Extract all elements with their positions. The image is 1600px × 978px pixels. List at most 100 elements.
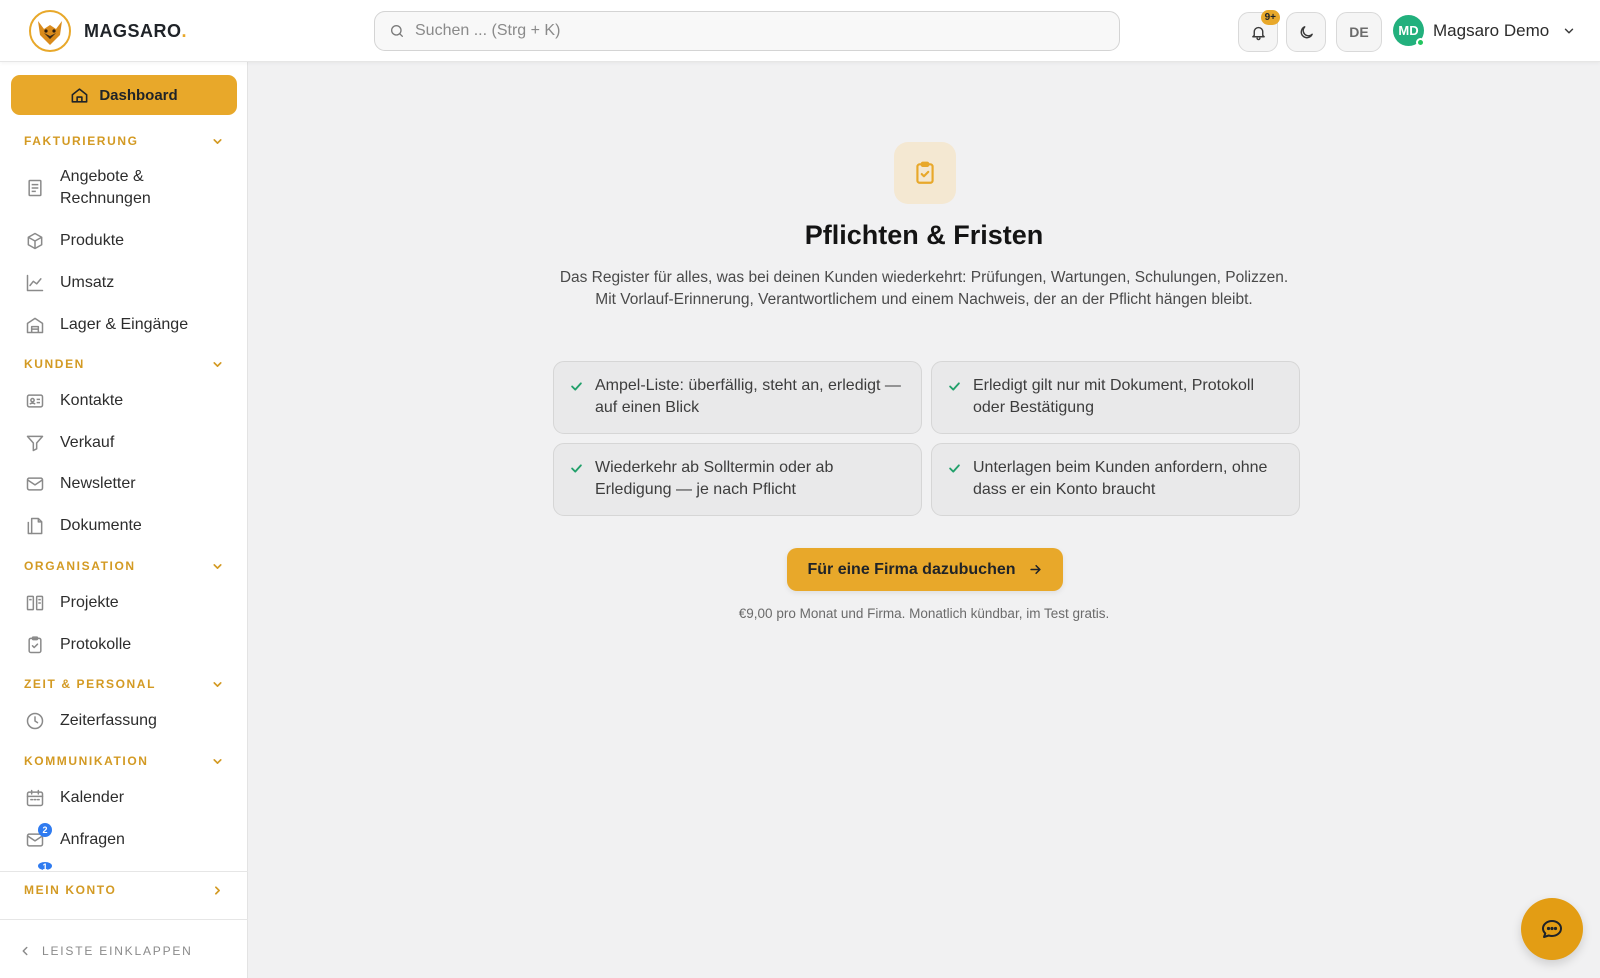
next-item-count-badge: 1 [38,862,52,870]
price-note: €9,00 pro Monat und Firma. Monatlich kün… [738,606,1110,621]
sidebar-item-lager[interactable]: Lager & Eingänge [24,314,234,336]
feature-card: Unterlagen beim Kunden anfordern, ohne d… [931,443,1300,516]
page-description: Das Register für alles, was bei deinen K… [559,269,1289,308]
collapse-label: LEISTE EINKLAPPEN [42,944,193,958]
feature-text: Ampel-Liste: überfällig, steht an, erled… [595,377,901,416]
label-line-1: Angebote & [60,168,144,185]
section-mein-konto[interactable]: MEIN KONTO [24,883,224,897]
notifications-badge: 9+ [1260,10,1280,25]
sidebar-item-kontakte[interactable]: Kontakte [24,390,234,412]
contact-card-icon [24,390,46,412]
sidebar-item-label: Projekte [60,594,119,611]
section-zeit-personal[interactable]: ZEIT & PERSONAL [24,677,224,691]
chat-bubble-icon [1542,920,1562,938]
book-addon-button[interactable]: Für eine Firma dazubuchen [787,548,1063,591]
check-icon [571,382,582,391]
user-name: Magsaro Demo [1433,20,1550,40]
search-input[interactable] [415,22,1095,40]
inbox-mail-icon: 2 [24,823,52,851]
sidebar-item-verkauf[interactable]: Verkauf [24,432,234,454]
sidebar-item-dokumente[interactable]: Dokumente [24,515,234,537]
chevron-down-icon [213,361,222,367]
dashboard-label: Dashboard [99,86,178,104]
main-content: Pflichten & Fristen Das Register für all… [248,62,1600,978]
user-menu[interactable]: MD Magsaro Demo [1393,15,1576,47]
chevron-left-icon [22,946,28,956]
search-bar[interactable] [374,11,1120,51]
sidebar-item-label: Anfragen [60,831,125,848]
sidebar-item-label: Kalender [60,789,125,806]
notifications-button[interactable]: 9+ [1238,10,1280,52]
check-icon [571,464,582,473]
chevron-down-icon [213,563,222,569]
language-button[interactable]: DE [1336,12,1382,52]
sidebar-item-zeiterfassung[interactable]: Zeiterfassung [24,710,234,732]
receipt-icon [24,177,46,199]
calendar-icon [24,787,46,809]
sidebar-item-angebote[interactable]: Angebote & Rechnungen [24,166,234,210]
brand-name: MAGSARO. [84,20,188,41]
funnel-icon [24,432,46,454]
chat-button[interactable] [1521,898,1583,960]
online-status-dot [1416,38,1425,47]
chart-line-icon [24,272,46,294]
dashboard-button[interactable]: Dashboard [11,75,237,115]
section-title: KUNDEN [24,357,85,371]
sidebar-item-anfragen[interactable]: 2 Anfragen [24,823,234,851]
section-fakturierung[interactable]: FAKTURIERUNG [24,134,224,148]
section-kommunikation[interactable]: KOMMUNIKATION [24,754,224,768]
sidebar-item-label: Kontakte [60,392,124,409]
chevron-down-icon [1564,28,1574,33]
moon-icon [1300,25,1313,38]
sidebar-item-label: Newsletter [60,475,136,492]
language-label: DE [1349,24,1369,40]
box-icon [24,230,46,252]
sidebar-item-umsatz[interactable]: Umsatz [24,272,234,294]
clipboard-check-icon [916,161,934,184]
feature-text: Erledigt gilt nur mit Dokument, Protokol… [973,377,1254,416]
sidebar-item-newsletter[interactable]: Newsletter [24,473,234,495]
documents-icon [24,515,46,537]
section-kunden[interactable]: KUNDEN [24,357,224,371]
section-title: MEIN KONTO [24,883,117,897]
section-title: ORGANISATION [24,559,136,573]
sidebar-item-produkte[interactable]: Produkte [24,230,234,252]
feature-text: Wiederkehr ab Solltermin oder ab Erledig… [595,459,834,498]
chevron-down-icon [213,138,222,144]
sidebar-divider [0,871,248,872]
section-organisation[interactable]: ORGANISATION [24,559,224,573]
bell-icon [1251,26,1265,40]
feature-card: Ampel-Liste: überfällig, steht an, erled… [553,361,922,434]
section-title: ZEIT & PERSONAL [24,677,157,691]
section-title: KOMMUNIKATION [24,754,149,768]
search-icon [391,25,403,37]
book-addon-label: Für eine Firma dazubuchen [807,560,1016,578]
sidebar-item-projekte[interactable]: Projekte [24,592,234,614]
arrow-right-icon [1029,564,1041,575]
sidebar-item-label: Angebote & Rechnungen [60,166,151,210]
sidebar-item-label: Lager & Eingänge [60,316,189,333]
chevron-right-icon [215,885,220,895]
warehouse-icon [24,314,46,336]
check-icon [949,464,960,473]
avatar: MD [1393,15,1425,47]
sidebar-item-protokolle[interactable]: Protokolle [24,634,234,656]
home-icon [71,87,88,103]
section-title: FAKTURIERUNG [24,134,139,148]
feature-text: Unterlagen beim Kunden anfordern, ohne d… [973,459,1268,498]
theme-toggle-button[interactable] [1286,12,1326,52]
sidebar-item-label: Umsatz [60,274,115,291]
check-icon [949,382,960,391]
sidebar-divider [0,919,248,920]
page-title: Pflichten & Fristen [804,220,1044,250]
anfragen-count-badge: 2 [38,823,52,837]
sidebar-item-kalender[interactable]: Kalender [24,787,234,809]
brand-logo[interactable]: MAGSARO. [28,9,187,53]
sidebar-item-label: Protokolle [60,636,132,653]
sidebar-item-label: Dokumente [60,517,142,534]
chevron-down-icon [213,758,222,764]
clipboard-check-icon [24,634,46,656]
feature-card: Erledigt gilt nur mit Dokument, Protokol… [931,361,1300,434]
collapse-sidebar-button[interactable]: LEISTE EINKLAPPEN [18,944,193,958]
label-line-2: Rechnungen [60,190,151,207]
